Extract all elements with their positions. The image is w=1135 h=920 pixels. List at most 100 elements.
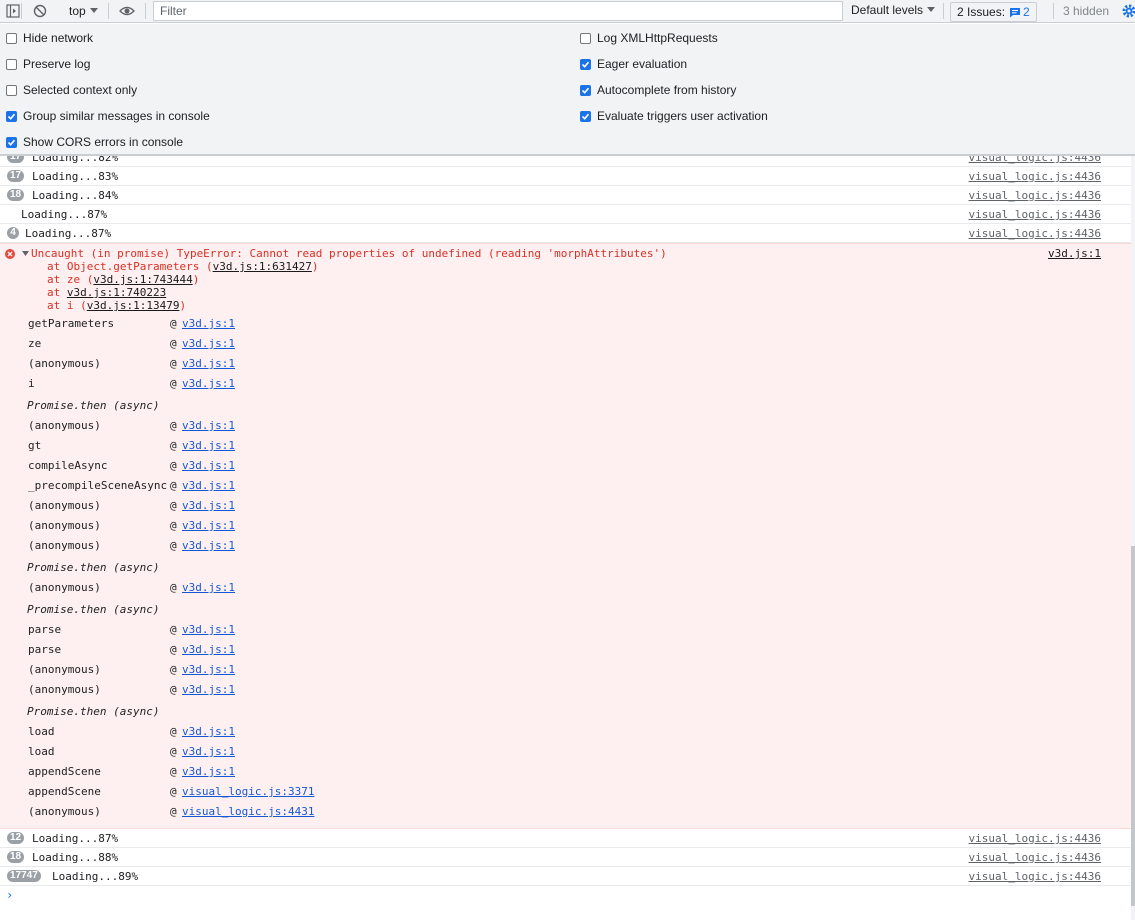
stack-link[interactable]: v3d.js:1:740223: [67, 286, 166, 299]
frame-link[interactable]: v3d.js:1: [182, 725, 235, 738]
filter-field[interactable]: [153, 1, 843, 21]
repeat-count-badge: 4: [7, 227, 19, 239]
checkbox-label: Eager evaluation: [597, 57, 688, 71]
call-frame: (anonymous) @ v3d.js:1: [28, 519, 235, 532]
source-link[interactable]: visual_logic.js:4436: [969, 208, 1101, 221]
frame-link[interactable]: v3d.js:1: [182, 499, 235, 512]
checkmark-icon: [581, 113, 590, 120]
frame-link[interactable]: v3d.js:1: [182, 643, 235, 656]
checkmark-icon: [581, 61, 590, 68]
frame-link[interactable]: v3d.js:1: [182, 317, 235, 330]
console-settings-gear-icon[interactable]: [1122, 4, 1135, 21]
preserve-log-checkbox[interactable]: Preserve log: [6, 57, 90, 71]
frame-link[interactable]: visual_logic.js:4431: [182, 805, 314, 818]
frame-link[interactable]: v3d.js:1: [182, 519, 235, 532]
call-frame: (anonymous) @ v3d.js:1: [28, 539, 235, 552]
checkbox-box[interactable]: [580, 32, 591, 44]
source-link[interactable]: visual_logic.js:4436: [969, 227, 1101, 240]
checkbox-box[interactable]: [580, 58, 591, 70]
message-text: Loading...84%: [32, 189, 119, 202]
frame-link[interactable]: visual_logic.js:3371: [182, 785, 314, 798]
scrollbar-track[interactable]: [1131, 156, 1135, 920]
frame-function: (anonymous): [28, 499, 101, 512]
frame-link[interactable]: v3d.js:1: [182, 337, 235, 350]
log-levels-dropdown[interactable]: Default levels: [851, 3, 936, 17]
checkbox-label: Log XMLHttpRequests: [597, 31, 718, 45]
context-label: top: [69, 4, 86, 18]
frame-link[interactable]: v3d.js:1: [182, 459, 235, 472]
stack-text: ): [311, 260, 319, 273]
call-frame: _precompileSceneAsync @ v3d.js:1: [28, 479, 235, 492]
autocomplete-history-checkbox[interactable]: Autocomplete from history: [580, 83, 736, 97]
selected-context-only-checkbox[interactable]: Selected context only: [6, 83, 137, 97]
show-cors-errors-checkbox[interactable]: Show CORS errors in console: [6, 135, 183, 149]
frame-link[interactable]: v3d.js:1: [182, 539, 235, 552]
console-prompt[interactable]: ›: [6, 888, 13, 902]
stack-text: at: [47, 286, 67, 299]
frame-link[interactable]: v3d.js:1: [182, 581, 235, 594]
call-frame: (anonymous) @ v3d.js:1: [28, 683, 235, 696]
frame-link[interactable]: v3d.js:1: [182, 663, 235, 676]
repeat-count-badge: 12: [7, 832, 25, 844]
expand-triangle-icon[interactable]: [22, 251, 29, 257]
console-message: 12 Loading...87% visual_logic.js:4436: [0, 829, 1131, 848]
stack-link[interactable]: v3d.js:1:631427: [213, 260, 312, 273]
call-frame: (anonymous) @ v3d.js:1: [28, 581, 235, 594]
issues-button[interactable]: 2 Issues: 2: [950, 2, 1037, 22]
source-link[interactable]: visual_logic.js:4436: [969, 870, 1101, 883]
frame-link[interactable]: v3d.js:1: [182, 683, 235, 696]
frame-link[interactable]: v3d.js:1: [182, 377, 235, 390]
frame-link[interactable]: v3d.js:1: [182, 419, 235, 432]
message-icon: [1010, 7, 1021, 17]
context-selector[interactable]: top: [69, 4, 98, 18]
checkbox-label: Show CORS errors in console: [23, 135, 184, 149]
frame-link[interactable]: v3d.js:1: [182, 745, 235, 758]
call-frame: gt @ v3d.js:1: [28, 439, 235, 452]
console-messages-after: 12 Loading...87% visual_logic.js:4436 18…: [0, 829, 1131, 886]
frame-link[interactable]: v3d.js:1: [182, 623, 235, 636]
source-link[interactable]: visual_logic.js:4436: [969, 189, 1101, 202]
group-similar-checkbox[interactable]: Group similar messages in console: [6, 109, 210, 123]
frame-function: (anonymous): [28, 539, 101, 552]
call-frame: appendScene @ visual_logic.js:3371: [28, 785, 315, 798]
log-xmlhttprequests-checkbox[interactable]: Log XMLHttpRequests: [580, 31, 718, 45]
checkmark-icon: [581, 87, 590, 94]
repeat-count-badge: 17: [7, 170, 25, 182]
scrollbar-thumb[interactable]: [1131, 546, 1135, 906]
checkbox-box[interactable]: [6, 84, 17, 96]
call-frame: ze @ v3d.js:1: [28, 337, 235, 350]
call-frame: parse @ v3d.js:1: [28, 623, 235, 636]
frame-link[interactable]: v3d.js:1: [182, 479, 235, 492]
checkbox-label: Autocomplete from history: [597, 83, 737, 97]
checkbox-label: Selected context only: [23, 83, 138, 97]
message-text: Loading...88%: [32, 851, 119, 864]
clear-console-icon[interactable]: [33, 0, 47, 22]
frame-link[interactable]: v3d.js:1: [182, 357, 235, 370]
frame-link[interactable]: v3d.js:1: [182, 439, 235, 452]
source-link[interactable]: visual_logic.js:4436: [969, 851, 1101, 864]
error-source-link[interactable]: v3d.js:1: [1048, 247, 1101, 260]
call-frame: (anonymous) @ v3d.js:1: [28, 499, 235, 512]
live-expression-eye-icon[interactable]: [119, 0, 135, 22]
stack-link[interactable]: v3d.js:1:13479: [87, 299, 180, 312]
filter-input[interactable]: [158, 3, 842, 19]
checkbox-box[interactable]: [580, 84, 591, 96]
source-link[interactable]: visual_logic.js:4436: [969, 832, 1101, 845]
checkbox-box[interactable]: [6, 32, 17, 44]
checkbox-box[interactable]: [6, 110, 17, 122]
source-link[interactable]: visual_logic.js:4436: [969, 170, 1101, 183]
checkbox-box[interactable]: [580, 110, 591, 122]
hide-network-checkbox[interactable]: Hide network: [6, 31, 93, 45]
issues-count: 2: [1023, 5, 1030, 19]
frame-link[interactable]: v3d.js:1: [182, 765, 235, 778]
eager-evaluation-checkbox[interactable]: Eager evaluation: [580, 57, 687, 71]
frame-function: load: [28, 725, 55, 738]
sidebar-toggle-icon[interactable]: [6, 0, 20, 22]
checkbox-box[interactable]: [6, 58, 17, 70]
checkbox-box[interactable]: [6, 136, 17, 148]
stack-text: ): [179, 299, 187, 312]
call-frame: parse @ v3d.js:1: [28, 643, 235, 656]
frame-function: getParameters: [28, 317, 115, 330]
evaluate-triggers-checkbox[interactable]: Evaluate triggers user activation: [580, 109, 768, 123]
stack-link[interactable]: v3d.js:1:743444: [93, 273, 192, 286]
